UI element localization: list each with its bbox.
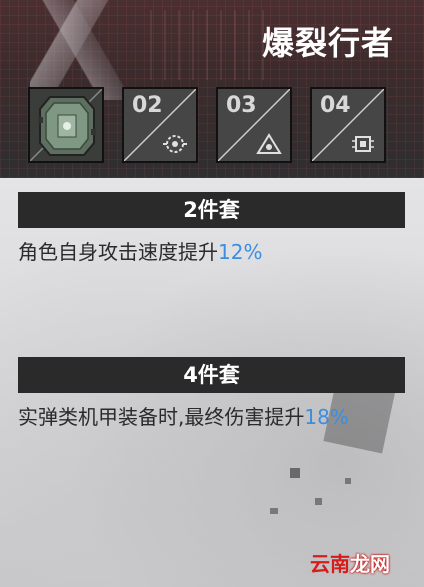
four-piece-description: 实弹类机甲装备时,最终伤害提升18% bbox=[18, 401, 406, 434]
debris-shape bbox=[270, 508, 278, 514]
debris-shape bbox=[290, 468, 300, 478]
two-piece-description: 角色自身攻击速度提升12% bbox=[18, 236, 406, 269]
chip-module-icon bbox=[38, 96, 96, 156]
mech-artwork bbox=[30, 0, 140, 100]
hud-overlay bbox=[150, 10, 270, 80]
two-piece-value: 12% bbox=[218, 240, 263, 264]
gear-eye-icon bbox=[163, 135, 187, 153]
four-piece-heading: 4件套 bbox=[18, 357, 405, 393]
watermark-part2: 龙网 bbox=[350, 552, 390, 576]
triangle-eye-icon bbox=[256, 133, 282, 154]
debris-shape bbox=[345, 478, 351, 484]
slot-01[interactable] bbox=[28, 87, 104, 163]
slot-04[interactable]: 04 bbox=[310, 87, 386, 163]
set-bonus-panel: 2件套 角色自身攻击速度提升12% 4件套 实弹类机甲装备时,最终伤害提升18%… bbox=[0, 178, 424, 587]
four-piece-text: 实弹类机甲装备时,最终伤害提升 bbox=[18, 405, 305, 429]
slot-number: 03 bbox=[226, 93, 257, 118]
slot-03[interactable]: 03 bbox=[216, 87, 292, 163]
set-header: 爆裂行者 02 03 04 bbox=[0, 0, 424, 178]
processor-icon bbox=[352, 136, 374, 152]
debris-shape bbox=[315, 498, 322, 505]
slot-02[interactable]: 02 bbox=[122, 87, 198, 163]
slot-number: 02 bbox=[132, 93, 163, 118]
slot-number: 04 bbox=[320, 93, 351, 118]
two-piece-text: 角色自身攻击速度提升 bbox=[18, 240, 218, 264]
watermark: 云南龙网 bbox=[310, 548, 390, 577]
set-title: 爆裂行者 bbox=[261, 24, 394, 62]
slot-row: 02 03 04 bbox=[28, 87, 386, 163]
two-piece-heading: 2件套 bbox=[18, 192, 405, 228]
four-piece-value: 18% bbox=[304, 405, 349, 429]
watermark-part1: 云南 bbox=[310, 552, 350, 576]
